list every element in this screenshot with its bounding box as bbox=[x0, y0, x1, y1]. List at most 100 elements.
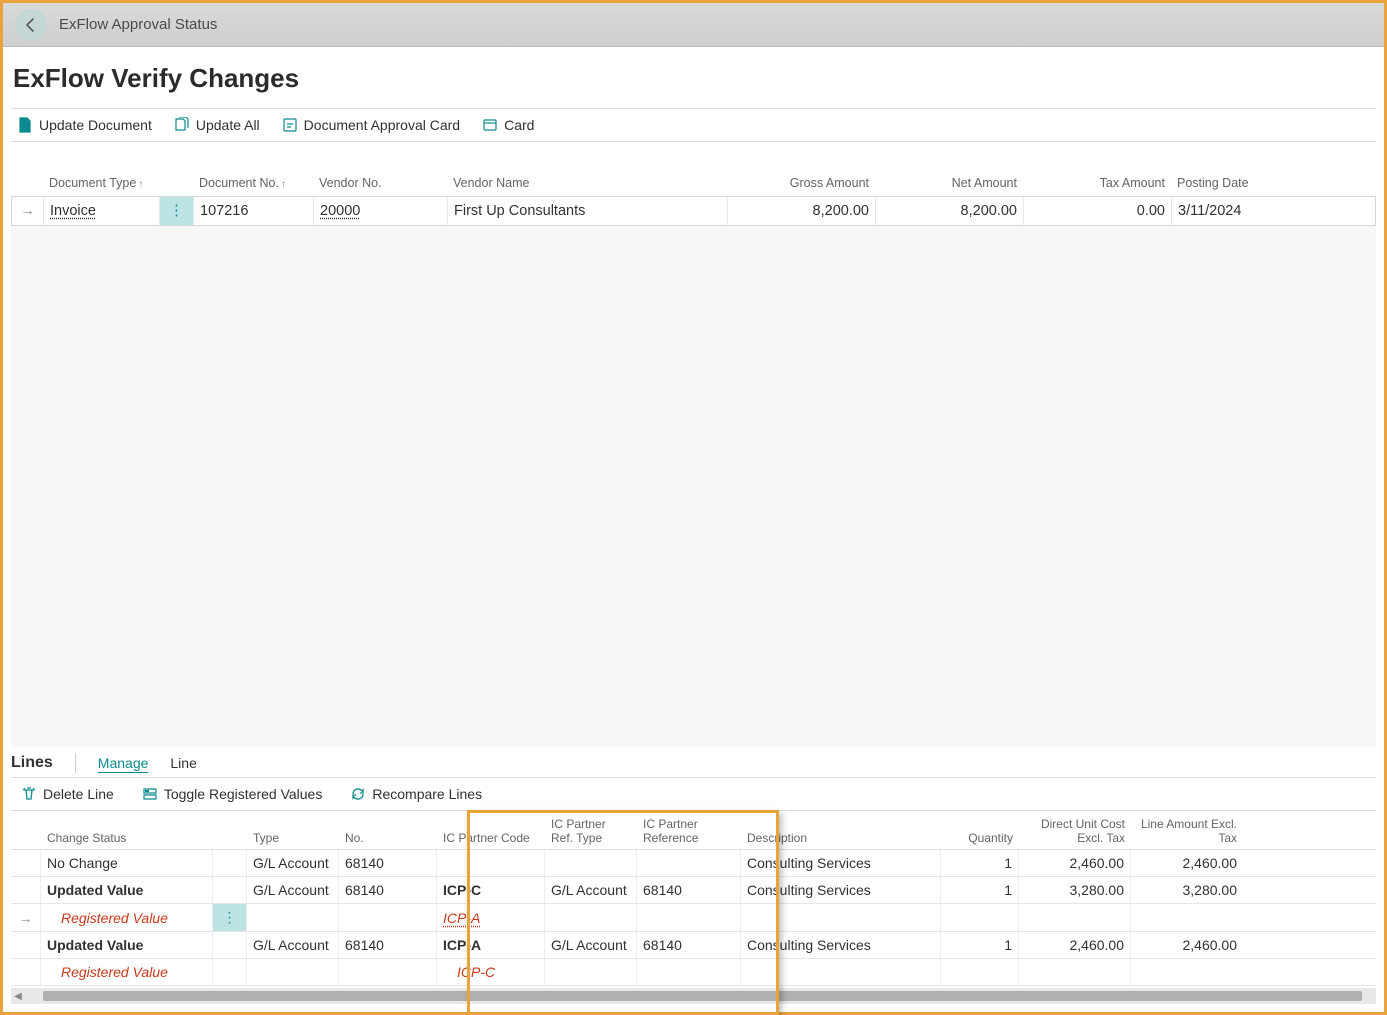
lh-description[interactable]: Description bbox=[741, 811, 941, 849]
cell-unit-cost[interactable]: 2,460.00 bbox=[1019, 850, 1131, 876]
scroll-thumb[interactable] bbox=[43, 991, 1362, 1001]
tab-manage[interactable]: Manage bbox=[98, 755, 149, 771]
recompare-button[interactable]: Recompare Lines bbox=[350, 786, 482, 802]
cell-unit-cost[interactable] bbox=[1019, 959, 1131, 985]
cell-change-status[interactable]: Registered Value bbox=[41, 904, 213, 931]
main-row[interactable]: → Invoice ⋮ 107216 20000 First Up Consul… bbox=[11, 196, 1376, 226]
row-select-arrow[interactable]: → bbox=[11, 904, 41, 931]
breadcrumb[interactable]: ExFlow Approval Status bbox=[59, 16, 217, 33]
cell-no[interactable] bbox=[339, 959, 437, 985]
lh-ic-code[interactable]: IC Partner Code bbox=[437, 811, 545, 849]
cell-no[interactable]: 68140 bbox=[339, 850, 437, 876]
card-button[interactable]: Card bbox=[482, 117, 534, 133]
lh-no[interactable]: No. bbox=[339, 811, 437, 849]
cell-unit-cost[interactable]: 3,280.00 bbox=[1019, 877, 1131, 903]
cell-net[interactable]: 8,200.00 bbox=[876, 197, 1024, 225]
header-doc-no[interactable]: Document No.↑ bbox=[193, 174, 313, 192]
cell-change-status[interactable]: Updated Value bbox=[41, 877, 213, 903]
cell-description[interactable] bbox=[741, 904, 941, 931]
lines-row[interactable]: No Change G/L Account68140 Consulting Serv… bbox=[11, 850, 1376, 877]
cell-line-amount[interactable]: 3,280.00 bbox=[1131, 877, 1243, 903]
cell-no[interactable]: 68140 bbox=[339, 932, 437, 958]
cell-vendor-name[interactable]: First Up Consultants bbox=[448, 197, 728, 225]
cell-doc-type[interactable]: Invoice bbox=[44, 197, 160, 225]
approval-card-button[interactable]: Document Approval Card bbox=[282, 117, 460, 133]
cell-ic-code[interactable]: ICP-A bbox=[437, 932, 545, 958]
cell-no[interactable]: 68140 bbox=[339, 877, 437, 903]
cell-line-amount[interactable] bbox=[1131, 959, 1243, 985]
cell-quantity[interactable] bbox=[941, 959, 1019, 985]
cell-line-amount[interactable]: 2,460.00 bbox=[1131, 850, 1243, 876]
cell-ic-code[interactable] bbox=[437, 850, 545, 876]
lh-type[interactable]: Type bbox=[247, 811, 339, 849]
cell-type[interactable] bbox=[247, 959, 339, 985]
header-net[interactable]: Net Amount bbox=[875, 174, 1023, 192]
cell-ic-ref[interactable]: 68140 bbox=[637, 877, 741, 903]
header-posting-date[interactable]: Posting Date bbox=[1171, 174, 1301, 192]
update-all-button[interactable]: Update All bbox=[174, 117, 260, 133]
cell-ic-ref-type[interactable]: G/L Account bbox=[545, 877, 637, 903]
lines-row[interactable]: Registered Value ICP-C bbox=[11, 959, 1376, 986]
cell-ic-code[interactable]: ICP-C bbox=[437, 877, 545, 903]
cell-quantity[interactable]: 1 bbox=[941, 850, 1019, 876]
cell-description[interactable]: Consulting Services bbox=[741, 877, 941, 903]
cell-quantity[interactable]: 1 bbox=[941, 932, 1019, 958]
cell-posting-date[interactable]: 3/11/2024 bbox=[1172, 197, 1302, 225]
header-gross[interactable]: Gross Amount bbox=[727, 174, 875, 192]
cell-gross[interactable]: 8,200.00 bbox=[728, 197, 876, 225]
cell-change-status[interactable]: Updated Value bbox=[41, 932, 213, 958]
cell-ic-ref[interactable] bbox=[637, 959, 741, 985]
cell-no[interactable] bbox=[339, 904, 437, 931]
cell-ic-ref[interactable]: 68140 bbox=[637, 932, 741, 958]
cell-ic-ref-type[interactable] bbox=[545, 959, 637, 985]
header-tax[interactable]: Tax Amount bbox=[1023, 174, 1171, 192]
cell-ic-ref-type[interactable]: G/L Account bbox=[545, 932, 637, 958]
cell-type[interactable]: G/L Account bbox=[247, 877, 339, 903]
row-select-arrow[interactable]: → bbox=[12, 197, 44, 225]
cell-quantity[interactable]: 1 bbox=[941, 877, 1019, 903]
lines-row[interactable]: →Registered Value⋮ ICP-A bbox=[11, 904, 1376, 932]
cell-change-status[interactable]: No Change bbox=[41, 850, 213, 876]
header-vendor-name[interactable]: Vendor Name bbox=[447, 174, 727, 192]
cell-quantity[interactable] bbox=[941, 904, 1019, 931]
cell-ic-ref[interactable] bbox=[637, 904, 741, 931]
delete-line-button[interactable]: Delete Line bbox=[21, 786, 114, 802]
cell-ic-ref-type[interactable] bbox=[545, 850, 637, 876]
cell-type[interactable] bbox=[247, 904, 339, 931]
cell-ic-code[interactable]: ICP-C bbox=[437, 959, 545, 985]
cell-doc-no[interactable]: 107216 bbox=[194, 197, 314, 225]
cell-ic-ref[interactable] bbox=[637, 850, 741, 876]
toggle-registered-button[interactable]: Toggle Registered Values bbox=[142, 786, 323, 802]
cell-line-amount[interactable]: 2,460.00 bbox=[1131, 932, 1243, 958]
cell-vendor-no[interactable]: 20000 bbox=[314, 197, 448, 225]
cell-description[interactable]: Consulting Services bbox=[741, 932, 941, 958]
lh-quantity[interactable]: Quantity bbox=[941, 811, 1019, 849]
cell-tax[interactable]: 0.00 bbox=[1024, 197, 1172, 225]
cell-line-amount[interactable] bbox=[1131, 904, 1243, 931]
cell-description[interactable]: Consulting Services bbox=[741, 850, 941, 876]
row-menu-button[interactable]: ⋮ bbox=[213, 904, 247, 931]
lh-ic-ref-type[interactable]: IC Partner Ref. Type bbox=[545, 811, 637, 849]
lh-unit-cost[interactable]: Direct Unit Cost Excl. Tax bbox=[1019, 811, 1131, 849]
tab-line[interactable]: Line bbox=[170, 755, 196, 771]
header-doc-type[interactable]: Document Type↑ bbox=[43, 174, 193, 192]
lines-row[interactable]: Updated ValueG/L Account68140ICP-CG/L Ac… bbox=[11, 877, 1376, 904]
cell-ic-code[interactable]: ICP-A bbox=[437, 904, 545, 931]
lh-ic-ref[interactable]: IC Partner Reference bbox=[637, 811, 741, 849]
cell-unit-cost[interactable]: 2,460.00 bbox=[1019, 932, 1131, 958]
update-document-button[interactable]: Update Document bbox=[17, 117, 152, 133]
cell-type[interactable]: G/L Account bbox=[247, 850, 339, 876]
lines-row[interactable]: Updated ValueG/L Account68140ICP-AG/L Ac… bbox=[11, 932, 1376, 959]
row-menu-button[interactable]: ⋮ bbox=[160, 197, 194, 225]
cell-description[interactable] bbox=[741, 959, 941, 985]
scroll-left-arrow[interactable]: ◀ bbox=[11, 991, 25, 1002]
lh-change-status[interactable]: Change Status bbox=[41, 811, 213, 849]
back-button[interactable] bbox=[15, 9, 47, 41]
header-vendor-no[interactable]: Vendor No. bbox=[313, 174, 447, 192]
horizontal-scrollbar[interactable]: ◀ bbox=[11, 988, 1376, 1004]
cell-ic-ref-type[interactable] bbox=[545, 904, 637, 931]
lh-line-amount[interactable]: Line Amount Excl. Tax bbox=[1131, 811, 1243, 849]
cell-change-status[interactable]: Registered Value bbox=[41, 959, 213, 985]
cell-unit-cost[interactable] bbox=[1019, 904, 1131, 931]
cell-type[interactable]: G/L Account bbox=[247, 932, 339, 958]
